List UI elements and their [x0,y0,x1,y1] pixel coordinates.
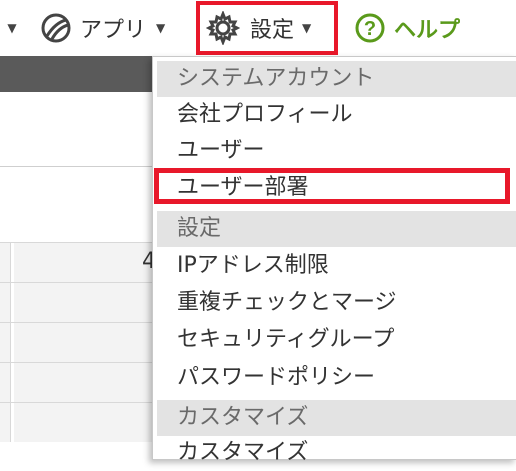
apps-label: アプリ [80,18,147,43]
settings-dropdown-menu: システムアカウント 会社プロフィール ユーザー ユーザー部署 設定 IPアドレス… [152,56,516,465]
menu-item-company-profile[interactable]: 会社プロフィール [177,97,353,133]
caret-down-icon: ▼ [302,21,312,35]
menu-item-customize[interactable]: カスタマイズ [177,435,308,471]
menu-section-customize: カスタマイズ [157,400,516,436]
help-button[interactable]: ? ヘルプ [354,0,460,56]
menu-item-duplicate-check[interactable]: 重複チェックとマージ [177,285,397,321]
menu-section-system-account: システムアカウント [157,61,516,97]
caret-down-icon: ▼ [156,21,166,35]
menu-item-password-policy[interactable]: パスワードポリシー [177,360,375,396]
svg-text:?: ? [364,18,376,40]
menu-item-security-groups[interactable]: セキュリティグループ [177,322,394,358]
top-toolbar: ▼ アプリ ▼ 設定 ▼ ? ヘルプ [0,0,516,56]
menu-item-ip-restriction[interactable]: IPアドレス制限 [177,248,329,284]
caret-down-icon: ▼ [7,21,17,35]
toolbar-caret-left[interactable]: ▼ [0,0,24,56]
menu-section-settings: 設定 [157,211,516,247]
gear-icon [206,11,240,45]
help-icon: ? [355,13,385,43]
settings-menu-button[interactable]: 設定 ▼ [196,1,338,55]
menu-item-users[interactable]: ユーザー [177,133,265,169]
highlight-box [154,168,510,204]
apps-icon [41,13,71,43]
help-label: ヘルプ [394,18,461,43]
table-cell [0,243,11,282]
apps-menu-button[interactable]: アプリ ▼ [40,0,165,56]
settings-label: 設定 [250,18,295,43]
